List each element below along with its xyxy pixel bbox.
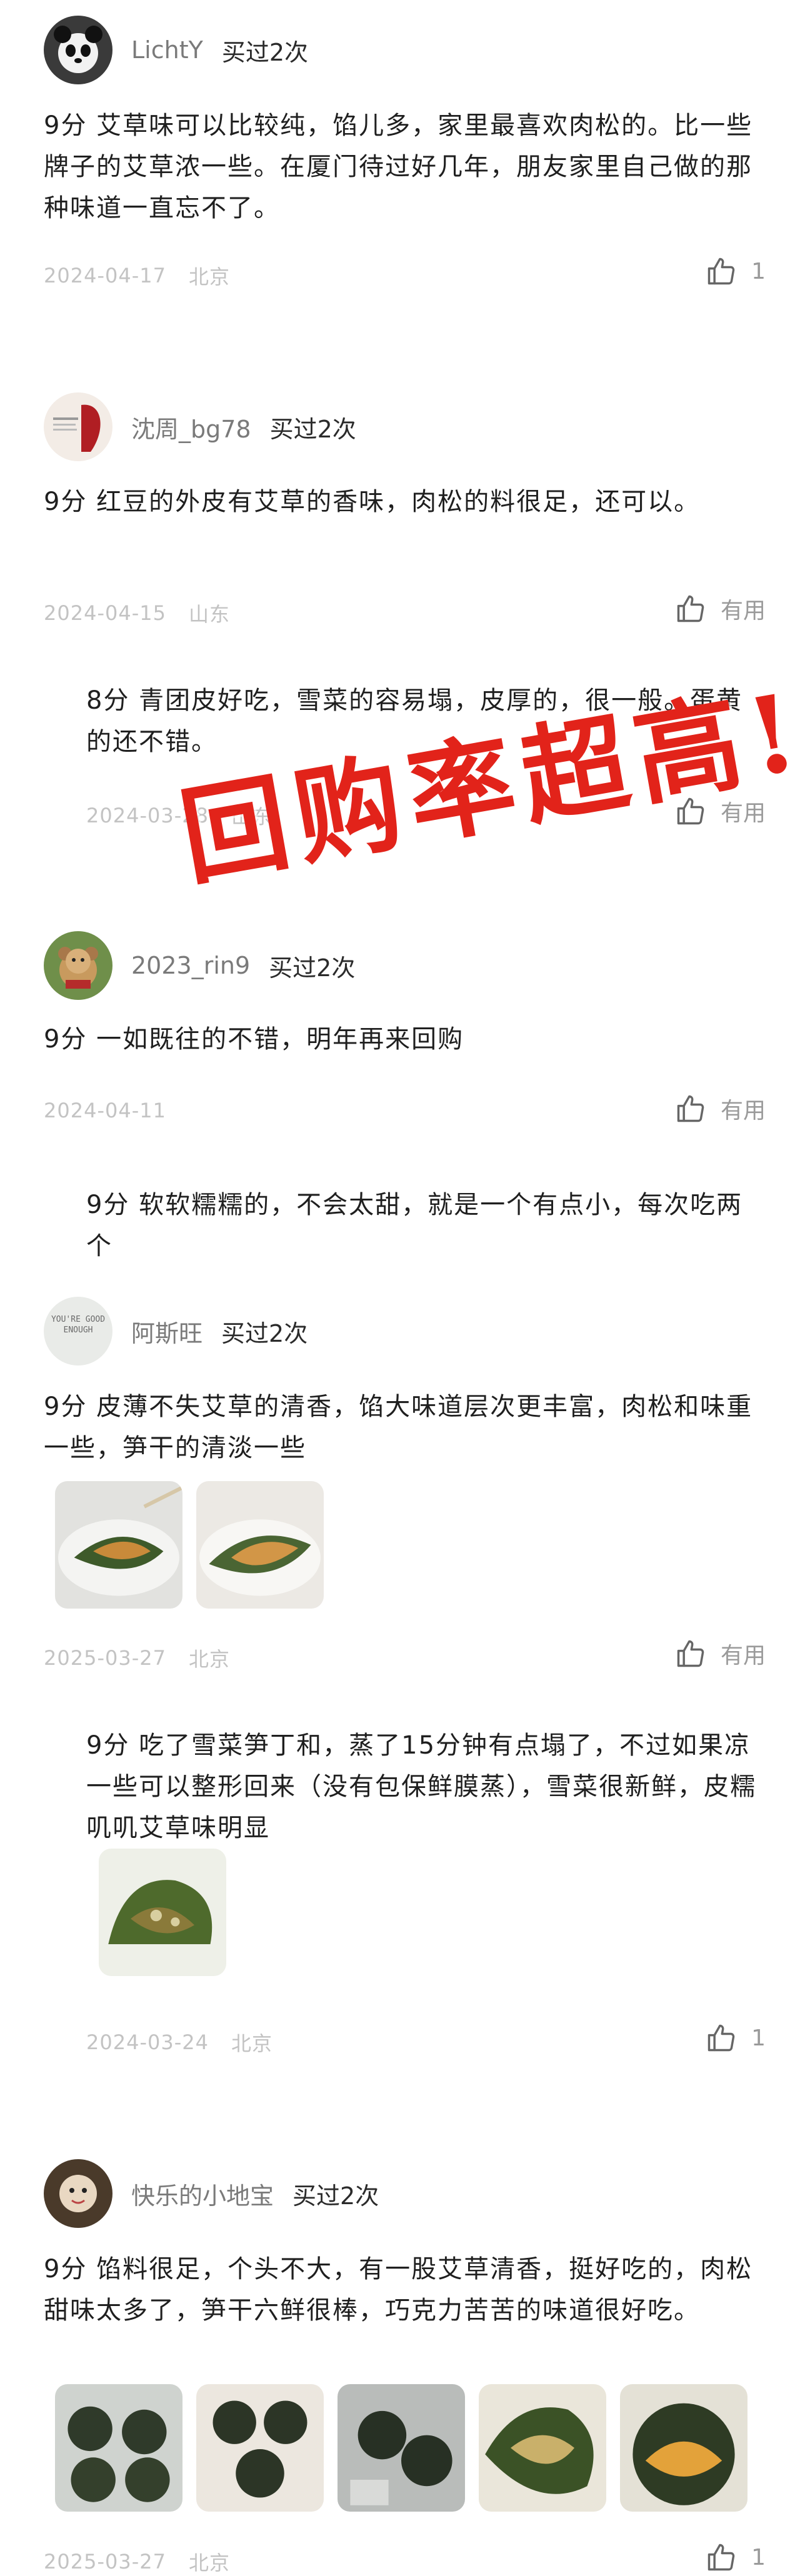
review-header: YOU'RE GOOD ENOUGH 阿斯旺 买过2次 [44,1297,308,1365]
thumbs-up-icon [674,1092,707,1125]
review-date: 2024-04-17 [44,264,166,287]
like-button[interactable]: 1 [705,255,766,287]
review-text: 9分 软软糯糯的，不会太甜，就是一个有点小，每次吃两个 [86,1191,743,1261]
like-label: 有用 [720,598,766,624]
username[interactable]: 沈周_bg78 [131,410,251,444]
like-count: 1 [751,2025,766,2051]
review-text: 9分 一如既往的不错，明年再来回购 [44,1025,464,1054]
review-photo[interactable] [479,2384,606,2512]
user-avatar[interactable] [44,2159,112,2228]
like-button[interactable]: 有用 [674,1637,766,1670]
like-button[interactable]: 有用 [674,1092,766,1125]
review-date: 2025-03-27 [44,2550,166,2574]
review-text: 9分 吃了雪菜笋丁和，蒸了15分钟有点塌了，不过如果凉一些可以整形回来（没有包保… [86,1731,756,1842]
like-label: 有用 [720,1643,766,1669]
review-header: 快乐的小地宝 买过2次 [44,2159,379,2228]
review-location: 北京 [188,265,230,289]
thumbs-up-icon [674,592,707,625]
username[interactable]: LichtY [131,36,203,64]
review-date: 2024-03-24 [86,2030,209,2054]
purchase-badge: 买过2次 [269,954,356,982]
review-photo[interactable] [99,1849,226,1976]
like-count: 1 [751,258,766,284]
purchase-badge: 买过2次 [292,2182,379,2210]
like-button[interactable]: 1 [705,2541,766,2574]
review-meta: 2025-03-27 北京 [44,2547,230,2576]
review-photos [55,1481,324,1609]
review-location: 北京 [231,2032,272,2055]
review-meta: 2024-03-24 北京 [86,2028,272,2057]
user-avatar[interactable] [44,392,112,461]
review-photos [99,1849,226,1976]
review-text: 9分 红豆的外皮有艾草的香味，肉松的料很足，还可以。 [44,487,701,516]
review-date: 2025-03-27 [44,1646,166,1670]
review-meta: 2024-04-15 山东 [44,599,230,627]
review-photo[interactable] [196,2384,324,2512]
like-label: 有用 [720,1098,766,1124]
like-button[interactable]: 有用 [674,592,766,625]
review-date: 2024-04-11 [44,1099,166,1122]
username[interactable]: 快乐的小地宝 [131,2177,274,2211]
review-photo[interactable] [620,2384,748,2512]
user-avatar[interactable]: YOU'RE GOOD ENOUGH [44,1297,112,1365]
review-meta: 2024-04-11 [44,1099,166,1122]
review-photo[interactable] [55,2384,182,2512]
like-count: 1 [751,2544,766,2570]
review-location: 北京 [188,1647,230,1671]
review-photos [55,2384,748,2512]
review-text: 9分 馅料很足，个头不大，有一股艾草清香，挺好吃的，肉松甜味太多了，笋干六鲜很棒… [44,2255,753,2325]
review-location: 山东 [188,602,230,626]
review-photo[interactable] [338,2384,465,2512]
thumbs-up-icon [705,2541,738,2574]
review-photo[interactable] [55,1481,182,1609]
review-location: 北京 [188,2551,230,2575]
review-meta: 2024-04-17 北京 [44,261,230,290]
thumbs-up-icon [674,1637,707,1670]
review-text: 9分 皮薄不失艾草的清香，馅大味道层次更丰富，肉松和味重一些，笋干的清淡一些 [44,1392,753,1462]
review-header: 2023_rin9 买过2次 [44,931,355,1000]
purchase-badge: 买过2次 [269,415,356,443]
username[interactable]: 阿斯旺 [131,1314,202,1349]
like-button[interactable]: 1 [705,2022,766,2054]
review-date: 2024-04-15 [44,601,166,625]
purchase-badge: 买过2次 [221,38,309,66]
username[interactable]: 2023_rin9 [131,952,250,979]
review-photo[interactable] [196,1481,324,1609]
avatar-text: YOU'RE GOOD ENOUGH [51,1315,106,1335]
user-avatar[interactable] [44,16,112,84]
review-header: 沈周_bg78 买过2次 [44,392,356,461]
review-header: LichtY 买过2次 [44,16,308,84]
review-text: 9分 艾草味可以比较纯，馅儿多，家里最喜欢肉松的。比一些牌子的艾草浓一些。在厦门… [44,111,753,222]
purchase-badge: 买过2次 [221,1319,308,1347]
review-meta: 2025-03-27 北京 [44,1644,230,1672]
user-avatar[interactable] [44,931,112,1000]
thumbs-up-icon [705,255,738,287]
thumbs-up-icon [705,2022,738,2054]
